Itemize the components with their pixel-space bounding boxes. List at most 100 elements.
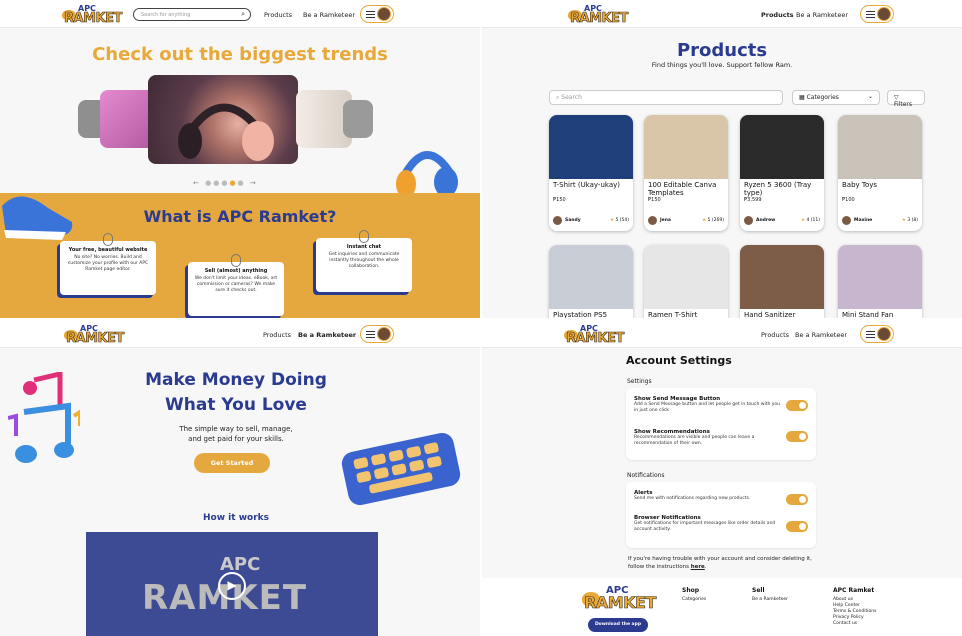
page-title: Products <box>676 40 768 61</box>
logo[interactable]: APC RAMKET <box>64 5 123 26</box>
rating-value: 3 <box>907 218 911 223</box>
menu-button[interactable] <box>860 325 894 343</box>
footer-logo[interactable]: APC RAMKET <box>584 586 657 611</box>
carousel-next-button[interactable]: → <box>250 179 258 187</box>
seller-name: Sandy <box>565 218 581 223</box>
carousel-slide-featured[interactable] <box>148 75 298 164</box>
search-icon[interactable]: ⌕ <box>241 10 245 19</box>
categories-select[interactable]: ▦ Categories ⌄ <box>792 90 880 105</box>
feature-card-body: We don't limit your ideas. eBook, art co… <box>194 276 278 293</box>
filter-icon: ▽ <box>894 94 899 101</box>
nav-ramketeer-link[interactable]: Be a Ramketeer <box>795 331 847 339</box>
product-card[interactable]: Playstation PS5 <box>549 245 633 318</box>
get-started-button[interactable]: Get Started <box>194 453 270 473</box>
delete-note-line-1: If you're having trouble with your accou… <box>628 556 812 562</box>
rating-count: (269) <box>711 218 724 223</box>
carousel-dot[interactable]: ● <box>205 179 213 187</box>
seller[interactable]: Maxine <box>842 216 872 225</box>
star-icon: ★ <box>702 218 707 223</box>
feature-card-body: Get inquiries and communicate instantly … <box>328 252 400 269</box>
seller-name: Andrew <box>756 218 776 223</box>
product-card[interactable]: Ryzen 5 3600 (Tray type) ₱3,599 Andrew ★ 4 … <box>740 115 824 231</box>
product-card[interactable]: Hand Sanitizer <box>740 245 824 318</box>
setting-description: Send me with notifications regarding new… <box>634 496 751 501</box>
play-icon[interactable]: ▶ <box>218 572 246 600</box>
product-image <box>549 115 633 179</box>
rating-count: (8) <box>911 218 918 223</box>
products-page-panel: APC RAMKET Products Be a Ramketeer Produ… <box>482 0 962 318</box>
setting-row: Show Send Message Button Add a Send Mess… <box>634 396 784 414</box>
seller[interactable]: Andrew <box>744 216 775 225</box>
nav-ramketeer-link[interactable]: Be a Ramketeer <box>303 11 355 19</box>
menu-button[interactable] <box>860 5 894 23</box>
product-image <box>838 115 922 179</box>
recommendations-toggle[interactable] <box>786 431 808 442</box>
search-placeholder: Search for anything <box>141 12 191 18</box>
footer-heading: Shop <box>682 587 700 594</box>
product-card[interactable]: Ramen T-Shirt <box>644 245 728 318</box>
product-card[interactable]: Mini Stand Fan <box>838 245 922 318</box>
logo-ramket-text: RAMKET <box>570 11 629 26</box>
browser-notifications-toggle[interactable] <box>786 521 808 532</box>
product-search-input[interactable]: ⌕ Search <box>549 90 783 105</box>
feature-card-title: Instant chat <box>346 244 382 250</box>
chevron-down-icon: ⌄ <box>867 93 873 100</box>
setting-description: Recommendations are visible and people c… <box>634 435 755 446</box>
nav-products-link[interactable]: Products <box>761 331 789 339</box>
menu-button[interactable] <box>360 5 394 23</box>
account-settings-panel: APC RAMKET Products Be a Ramketeer Accou… <box>482 320 962 636</box>
footer-link[interactable]: Categories <box>682 597 706 603</box>
product-price: ₱150 <box>648 197 661 203</box>
product-card[interactable]: 100 Editable Canva Templates ₱150 Jena ★ 5 … <box>644 115 728 231</box>
product-image <box>549 245 633 309</box>
footer-link[interactable]: Contact us <box>833 621 876 627</box>
product-card[interactable]: T-Shirt (Ukay-ukay) ₱150 Sandy ★ 5 (54) <box>549 115 633 231</box>
carousel-dot-active[interactable]: ● <box>229 179 237 187</box>
nav-ramketeer-link[interactable]: Be a Ramketeer <box>298 331 356 339</box>
page-subtitle: Find things you'll love. Support fellow … <box>651 61 793 69</box>
carousel-prev-button[interactable]: ← <box>193 179 201 187</box>
logo[interactable]: APC RAMKET <box>570 5 629 26</box>
nav-ramketeer-link[interactable]: Be a Ramketeer <box>796 11 848 19</box>
seller[interactable]: Sandy <box>553 216 581 225</box>
logo[interactable]: APC RAMKET <box>566 325 625 346</box>
send-message-toggle[interactable] <box>786 400 808 411</box>
product-name: Hand Sanitizer <box>744 311 796 318</box>
setting-row: Browser Notifications Get notifications … <box>634 515 784 533</box>
product-card[interactable]: Baby Toys ₱100 Maxine ★ 3 (8) <box>838 115 922 231</box>
star-icon: ★ <box>901 218 906 223</box>
carousel-slide[interactable] <box>343 100 373 138</box>
grid-icon: ▦ <box>799 94 807 101</box>
nav-products-link[interactable]: Products <box>263 331 291 339</box>
search-input[interactable]: Search for anything ⌕ <box>133 8 251 21</box>
keyboard-illustration <box>341 432 461 506</box>
product-name: Playstation PS5 <box>553 311 608 318</box>
hero-title: Check out the biggest trends <box>92 44 388 65</box>
setting-row: Alerts Send me with notifications regard… <box>634 490 784 502</box>
seller-name: Maxine <box>854 218 873 223</box>
rating-count: (54) <box>619 218 629 223</box>
seller[interactable]: Jena <box>648 216 671 225</box>
avatar <box>377 7 391 21</box>
nav-products-link[interactable]: Products <box>761 11 794 19</box>
categories-label: Categories <box>806 94 839 101</box>
delete-account-note: If you're having trouble with your accou… <box>628 556 812 570</box>
settings-card: Show Send Message Button Add a Send Mess… <box>626 388 816 460</box>
footer-heading: APC Ramket <box>833 587 875 594</box>
carousel-dot[interactable]: ● <box>238 179 246 187</box>
product-rating: ★ 3 (8) <box>902 218 918 223</box>
download-app-button[interactable]: Download the app <box>588 618 648 632</box>
logo-ramket-text: RAMKET <box>566 331 625 346</box>
landing-page-panel: APC RAMKET Products Be a Ramketeer Make … <box>0 320 480 636</box>
delete-instructions-link[interactable]: here <box>691 564 705 570</box>
about-title: What is APC Ramket? <box>143 207 337 226</box>
logo[interactable]: APC RAMKET <box>66 325 125 346</box>
how-it-works-video[interactable]: APC RAMKET ▶ <box>86 532 378 636</box>
footer-link[interactable]: Be a Ramketeer <box>752 597 788 603</box>
product-price: ₱100 <box>842 197 855 203</box>
nav-products-link[interactable]: Products <box>264 11 292 19</box>
filters-button[interactable]: ▽ Filters <box>887 90 925 108</box>
alerts-toggle[interactable] <box>786 494 808 505</box>
search-placeholder: Search <box>561 94 582 101</box>
menu-button[interactable] <box>360 325 394 343</box>
